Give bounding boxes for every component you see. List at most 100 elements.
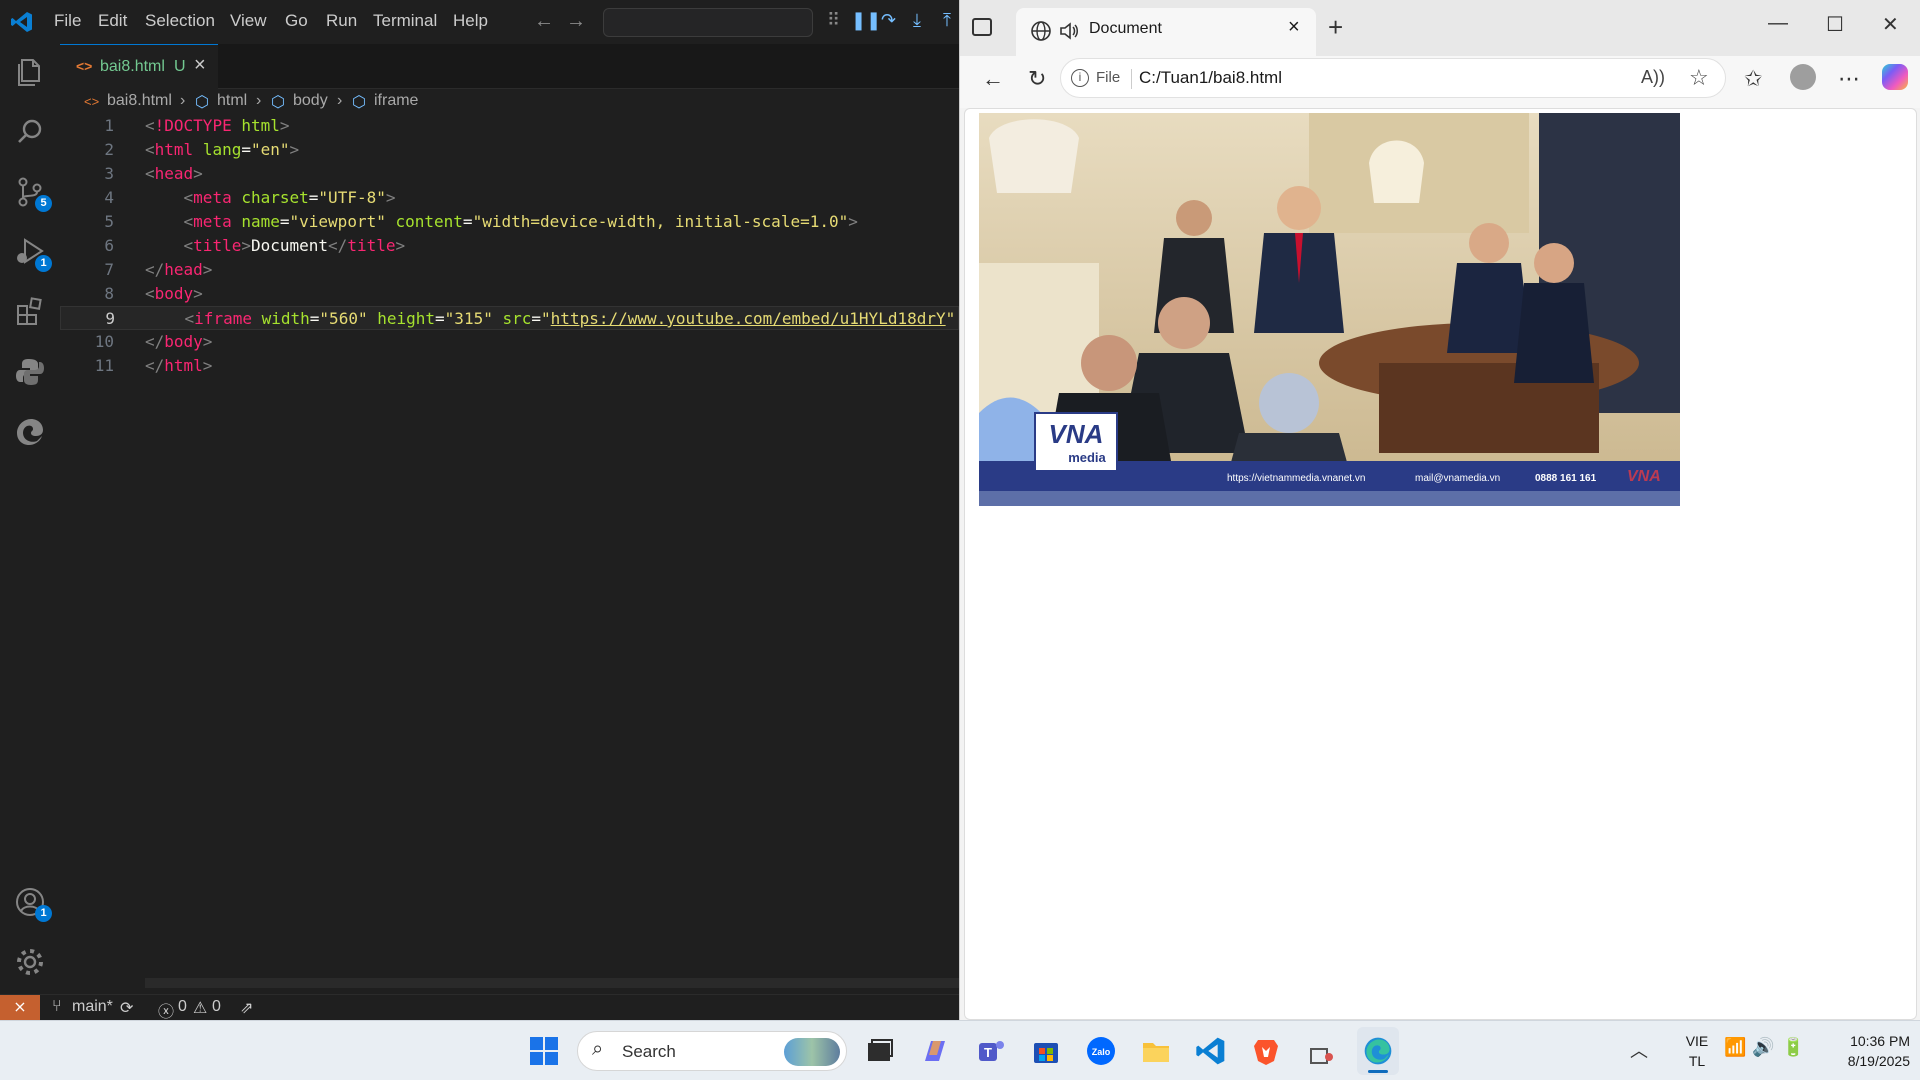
input-language[interactable]: VIE TL — [1677, 1031, 1717, 1071]
zalo-icon[interactable]: Zalo — [1085, 1035, 1117, 1067]
breadcrumb-iframe[interactable]: iframe — [374, 92, 418, 110]
code-line[interactable]: 1 <!DOCTYPE html> — [60, 114, 959, 138]
desktop: File Edit Selection View Go Run Terminal… — [0, 0, 1920, 1080]
refresh-icon[interactable]: ↻ — [1028, 66, 1046, 92]
horizontal-scrollbar[interactable] — [145, 978, 959, 988]
profile-avatar[interactable] — [1790, 64, 1816, 90]
address-bar[interactable]: i File C:/Tuan1/bai8.html A)) ☆ — [1060, 58, 1726, 98]
error-icon: ⓧ — [158, 1004, 175, 1021]
accounts-icon[interactable]: 1 — [12, 884, 52, 922]
tab-bai8-html[interactable]: <> bai8.html U × — [60, 44, 218, 89]
snipping-tool-icon[interactable] — [1305, 1035, 1337, 1067]
address-url[interactable]: C:/Tuan1/bai8.html — [1139, 68, 1282, 88]
taskbar-search[interactable]: ⌕ Search — [577, 1031, 847, 1071]
info-icon[interactable]: i — [1071, 69, 1089, 87]
task-view-icon[interactable] — [864, 1035, 896, 1067]
window-close-icon[interactable]: ✕ — [1882, 12, 1899, 37]
favorite-star-icon[interactable]: ☆ — [1689, 65, 1709, 91]
command-center[interactable] — [603, 8, 813, 37]
store-icon[interactable] — [1030, 1035, 1062, 1067]
browser-tab-document[interactable]: Document × — [1016, 8, 1316, 56]
source-control-icon[interactable]: 5 — [12, 174, 52, 212]
close-icon[interactable]: × — [1288, 16, 1300, 39]
step-over-icon[interactable]: ↷ — [881, 10, 896, 31]
code-line[interactable]: 10 </body> — [60, 330, 959, 354]
menu-help[interactable]: Help — [453, 11, 488, 31]
live-share-icon[interactable]: ⇗ — [240, 998, 253, 1018]
read-aloud-icon[interactable]: A)) — [1641, 67, 1665, 88]
code-token: > — [202, 332, 213, 351]
new-tab-plus-icon[interactable]: + — [1328, 12, 1343, 43]
speaker-icon[interactable] — [1058, 20, 1080, 42]
menu-terminal[interactable]: Terminal — [373, 11, 437, 31]
teams-icon[interactable]: T — [975, 1035, 1007, 1067]
code-token: > — [289, 140, 300, 159]
code-line[interactable]: 8 <body> — [60, 282, 959, 306]
file-explorer-icon[interactable] — [1140, 1035, 1172, 1067]
explorer-icon[interactable] — [12, 54, 48, 90]
youtube-embed-video[interactable]: VNA media https://vietnammedia.vnanet.vn… — [979, 113, 1680, 506]
chevron-up-icon[interactable]: ︿ — [1630, 1037, 1648, 1063]
volume-icon[interactable]: 🔊 — [1752, 1037, 1774, 1058]
branch-name[interactable]: main* — [72, 998, 113, 1016]
remote-indicator-icon[interactable]: ⨯ — [0, 995, 40, 1021]
code-line[interactable]: 2 <html lang="en"> — [60, 138, 959, 162]
sync-icon[interactable]: ⟳ — [120, 998, 133, 1018]
code-line[interactable]: 9 <iframe width="560" height="315" src="… — [60, 306, 959, 330]
extensions-icon[interactable] — [12, 294, 48, 330]
code-line[interactable]: 5 <meta name="viewport" content="width=d… — [60, 210, 959, 234]
back-arrow-icon[interactable]: ← — [534, 10, 554, 33]
breadcrumb-body[interactable]: body — [293, 92, 328, 110]
edge-taskbar-icon[interactable] — [1357, 1027, 1399, 1075]
settings-gear-icon[interactable] — [12, 944, 48, 980]
wifi-icon[interactable]: 📶 — [1724, 1037, 1746, 1058]
breadcrumb-html[interactable]: html — [217, 92, 247, 110]
code-line[interactable]: 3 <head> — [60, 162, 959, 186]
menu-edit[interactable]: Edit — [98, 11, 127, 31]
error-count[interactable]: 0 — [178, 998, 187, 1016]
vertical-tabs-icon[interactable] — [972, 18, 992, 36]
menu-view[interactable]: View — [230, 11, 267, 31]
copilot-app-icon[interactable] — [919, 1035, 951, 1067]
code-line[interactable]: 7 </head> — [60, 258, 959, 282]
code-line[interactable]: 11 </html> — [60, 354, 959, 378]
code-editor[interactable]: 1 <!DOCTYPE html> 2 <html lang="en"> 3 <head>… — [60, 114, 959, 980]
menu-run[interactable]: Run — [326, 11, 357, 31]
forward-arrow-icon[interactable]: → — [566, 10, 586, 33]
warning-count[interactable]: 0 — [212, 998, 221, 1016]
step-out-icon[interactable]: ⤒ — [943, 10, 951, 31]
close-icon[interactable]: × — [194, 54, 206, 77]
pause-icon[interactable]: ❚❚ — [851, 10, 881, 31]
run-debug-icon[interactable]: 1 — [12, 234, 52, 272]
code-line[interactable]: 6 <title>Document</title> — [60, 234, 959, 258]
video-footer-site: https://vietnammedia.vnanet.vn — [1227, 473, 1365, 484]
breadcrumb-file[interactable]: bai8.html — [107, 92, 172, 110]
copilot-icon[interactable] — [1882, 64, 1908, 90]
favorites-icon[interactable]: ✩ — [1744, 66, 1762, 92]
python-icon[interactable] — [12, 354, 48, 390]
run-debug-badge: 1 — [35, 255, 52, 272]
editor-tabs: <> bai8.html U × — [60, 44, 959, 89]
start-windows-icon[interactable] — [528, 1035, 560, 1067]
vscode-logo-icon — [11, 12, 32, 32]
menu-selection[interactable]: Selection — [145, 11, 215, 31]
code-token: name — [241, 212, 280, 231]
vscode-taskbar-icon[interactable] — [1195, 1035, 1227, 1067]
brave-icon[interactable] — [1250, 1035, 1282, 1067]
minimize-icon[interactable]: — — [1768, 12, 1788, 35]
menu-file[interactable]: File — [54, 11, 81, 31]
line-number: 7 — [104, 260, 114, 279]
line-number: 1 — [104, 116, 114, 135]
menu-go[interactable]: Go — [285, 11, 308, 31]
more-options-icon[interactable]: ⋯ — [1838, 66, 1860, 92]
code-line[interactable]: 4 <meta charset="UTF-8"> — [60, 186, 959, 210]
drag-handle-icon[interactable]: ⠿ — [827, 10, 840, 31]
search-icon[interactable] — [12, 114, 48, 150]
battery-icon[interactable]: 🔋 — [1782, 1037, 1804, 1058]
system-clock[interactable]: 10:36 PM 8/19/2025 — [1810, 1031, 1910, 1071]
back-arrow-icon[interactable]: ← — [982, 66, 1004, 92]
edge-devtools-icon[interactable] — [12, 414, 48, 450]
step-into-icon[interactable]: ⤓ — [913, 10, 921, 31]
maximize-icon[interactable]: ☐ — [1826, 12, 1844, 37]
